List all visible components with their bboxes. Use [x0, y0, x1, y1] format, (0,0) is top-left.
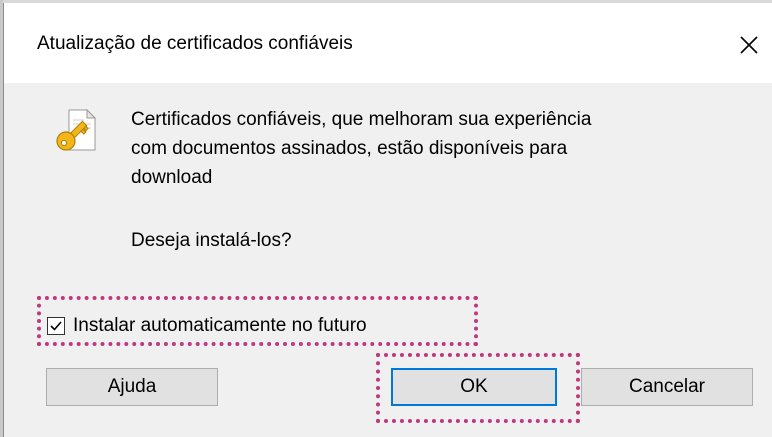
dialog-question: Deseja instalá-los? — [131, 230, 292, 251]
dialog-message: Certificados confiáveis, que melhoram su… — [131, 109, 592, 188]
close-button[interactable] — [726, 23, 772, 67]
cancel-button[interactable]: Cancelar — [581, 368, 753, 406]
checkmark-icon — [50, 321, 62, 331]
close-icon — [740, 36, 758, 54]
dialog-titlebar: Atualização de certificados confiáveis — [4, 3, 772, 83]
dialog-title: Atualização de certificados confiáveis — [37, 33, 353, 54]
ok-button[interactable]: OK — [391, 368, 557, 406]
auto-install-checkbox-label: Instalar automaticamente no futuro — [73, 315, 367, 336]
dialog-content: Certificados confiáveis, que melhoram su… — [4, 83, 772, 437]
auto-install-checkbox[interactable] — [47, 317, 65, 335]
certificate-key-icon — [56, 108, 97, 151]
certificate-update-dialog: Atualização de certificados confiáveis C… — [3, 3, 772, 437]
help-button[interactable]: Ajuda — [46, 368, 218, 406]
auto-install-checkbox-row[interactable]: Instalar automaticamente no futuro — [44, 311, 373, 341]
